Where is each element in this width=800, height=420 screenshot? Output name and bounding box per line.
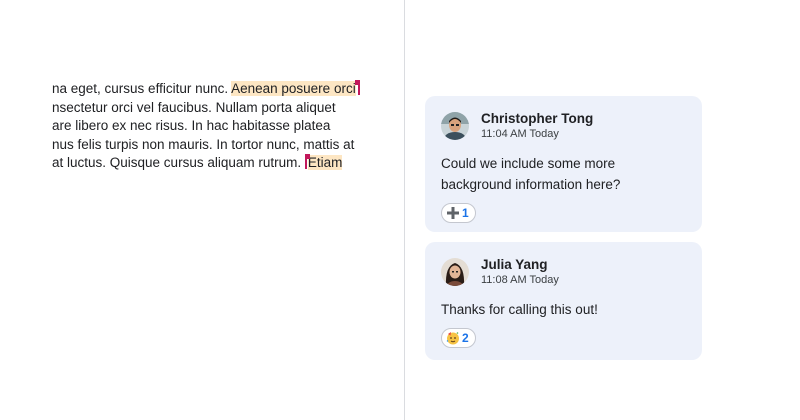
document-line[interactable]: nsectetur orci vel faucibus. Nullam port… — [52, 99, 404, 118]
document-line-text: at luctus. Quisque cursus aliquam rutrum… — [52, 155, 305, 170]
comment-text: Could we include some more background in… — [441, 156, 621, 192]
comment-author: Julia Yang — [481, 257, 548, 272]
document-pane[interactable]: na eget, cursus efficitur nunc. Aenean p… — [0, 0, 404, 420]
comment-timestamp: 11:04 AM Today — [481, 128, 559, 140]
comment-author: Christopher Tong — [481, 111, 594, 126]
comment-card[interactable]: Christopher Tong 11:04 AM Today Could we… — [425, 96, 702, 232]
avatar-woman-icon — [441, 257, 469, 286]
document-line[interactable]: nus felis turpis non mauris. In tortor n… — [52, 136, 404, 155]
highlighted-text[interactable]: Etiam — [307, 155, 343, 170]
document-line-text: na eget, cursus efficitur nunc. — [52, 81, 232, 96]
party-face-icon — [446, 332, 459, 345]
comment-header: Christopher Tong 11:04 AM Today — [441, 110, 686, 141]
document-line-text: nsectetur orci vel faucibus. Nullam port… — [52, 99, 336, 115]
document-line[interactable]: at luctus. Quisque cursus aliquam rutrum… — [52, 154, 404, 173]
reaction-count: 1 — [462, 206, 469, 220]
plus-icon — [447, 207, 459, 219]
document-line[interactable]: are libero ex nec risus. In hac habitass… — [52, 117, 404, 136]
avatar[interactable] — [441, 257, 469, 286]
comment-header: Julia Yang 11:08 AM Today — [441, 256, 686, 287]
document-text[interactable]: na eget, cursus efficitur nunc. Aenean p… — [52, 80, 404, 173]
comments-pane: Christopher Tong 11:04 AM Today Could we… — [405, 0, 800, 420]
highlighted-text[interactable]: Aenean posuere orci — [231, 81, 356, 96]
document-line-text: nus felis turpis non mauris. In tortor n… — [52, 136, 355, 152]
avatar-man-icon — [441, 111, 469, 140]
comment-card[interactable]: Julia Yang 11:08 AM Today Thanks for cal… — [425, 242, 702, 360]
collaborator-cursor-icon — [354, 80, 360, 95]
comment-meta: Christopher Tong 11:04 AM Today — [481, 110, 593, 141]
reaction-chip[interactable]: 2 — [441, 328, 476, 348]
collaborator-cursor-icon — [304, 154, 310, 169]
reaction-chip[interactable]: 1 — [441, 203, 476, 223]
comment-meta: Julia Yang 11:08 AM Today — [481, 256, 559, 287]
avatar[interactable] — [441, 111, 469, 140]
comment-timestamp: 11:08 AM Today — [481, 274, 559, 286]
document-line[interactable]: na eget, cursus efficitur nunc. Aenean p… — [52, 80, 404, 99]
comment-text: Thanks for calling this out! — [441, 302, 598, 317]
reaction-count: 2 — [462, 331, 469, 345]
document-line-text: are libero ex nec risus. In hac habitass… — [52, 118, 331, 133]
